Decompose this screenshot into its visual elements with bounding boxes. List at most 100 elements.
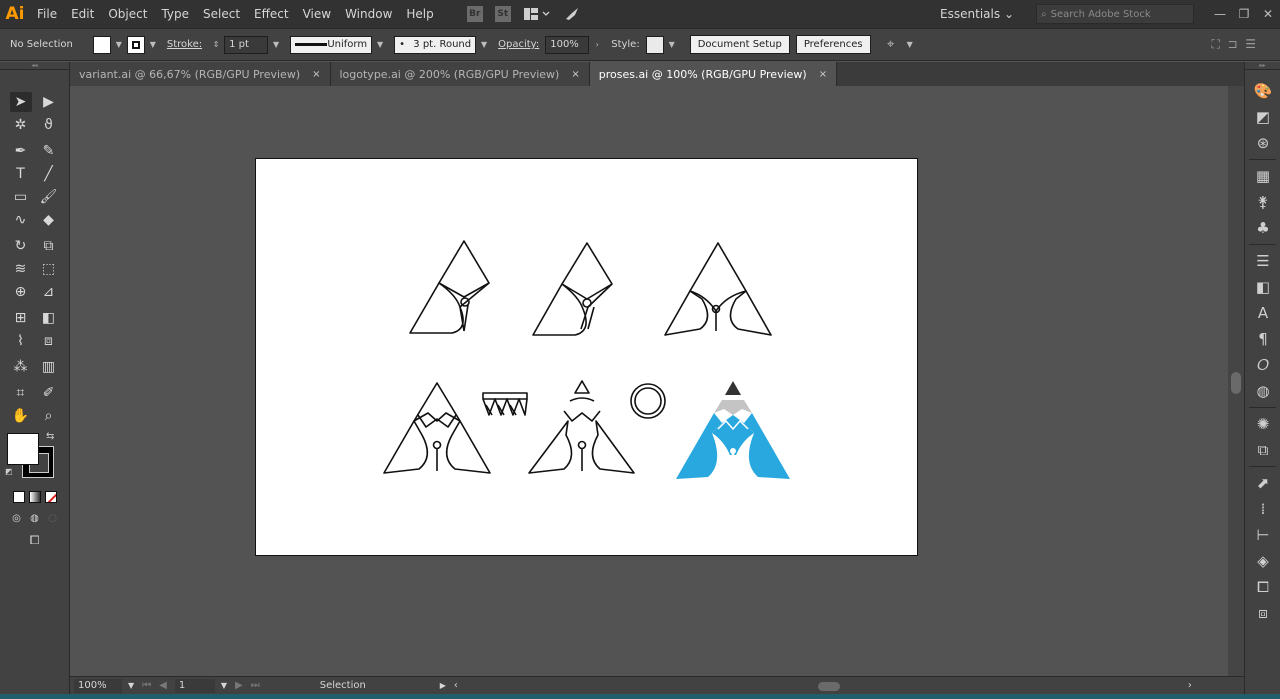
- first-artboard-icon[interactable]: ⏮: [142, 680, 151, 691]
- lasso-tool-icon[interactable]: ϑ: [38, 115, 60, 135]
- menu-file[interactable]: File: [30, 0, 64, 28]
- symbol-sprayer-tool-icon[interactable]: ⁂: [10, 357, 32, 377]
- stock-search-input[interactable]: ⌕ Search Adobe Stock: [1036, 4, 1194, 24]
- stepper-icon[interactable]: ⇕: [210, 40, 222, 49]
- type-tool-icon[interactable]: T: [10, 164, 32, 184]
- tab-variant[interactable]: variant.ai @ 66,67% (RGB/GPU Preview) ×: [70, 62, 331, 86]
- gradient-tool-icon[interactable]: ◧: [38, 308, 60, 328]
- close-icon[interactable]: ×: [312, 69, 320, 80]
- appearance-icon[interactable]: ✺: [1245, 411, 1280, 437]
- draw-behind-icon[interactable]: ◍: [28, 508, 42, 528]
- curvature-tool-icon[interactable]: ✎: [38, 141, 60, 161]
- magic-wand-tool-icon[interactable]: ✲: [10, 115, 32, 135]
- rotate-tool-icon[interactable]: ↻: [10, 236, 32, 256]
- logo-sketch-2[interactable]: [532, 242, 613, 336]
- menu-view[interactable]: View: [296, 0, 338, 28]
- artboard-number-field[interactable]: 1: [174, 678, 215, 693]
- artboards-icon[interactable]: ⧠: [1245, 574, 1280, 600]
- chevron-down-icon[interactable]: ▼: [147, 40, 159, 49]
- transform-icon[interactable]: ⌖: [882, 37, 900, 52]
- panel-collapse-icon[interactable]: ◂◂: [0, 62, 69, 70]
- zoom-level-field[interactable]: 100%: [74, 678, 122, 693]
- none-mode-icon[interactable]: [44, 491, 57, 503]
- symbols-icon[interactable]: ♣: [1245, 215, 1280, 241]
- selection-tool-icon[interactable]: ➤: [9, 91, 32, 112]
- align-panel-icon[interactable]: ⁞: [1245, 496, 1280, 522]
- chevron-down-icon[interactable]: ▼: [128, 681, 134, 690]
- shape-builder-tool-icon[interactable]: ⊕: [10, 282, 32, 302]
- vertical-scrollbar[interactable]: [1228, 86, 1244, 676]
- gradient-panel-icon[interactable]: ◧: [1245, 274, 1280, 300]
- chevron-down-icon[interactable]: ▼: [374, 40, 386, 49]
- stroke-swatch[interactable]: [126, 35, 145, 54]
- scroll-right-icon[interactable]: ›: [1188, 680, 1192, 691]
- mesh-tool-icon[interactable]: ⊞: [10, 308, 32, 328]
- line-tool-icon[interactable]: ╱: [38, 164, 60, 184]
- menu-help[interactable]: Help: [399, 0, 440, 28]
- chevron-down-icon[interactable]: ▼: [904, 40, 916, 49]
- color-guide-icon[interactable]: ◩: [1245, 104, 1280, 130]
- scroll-thumb[interactable]: [1231, 372, 1241, 394]
- pathfinder-icon[interactable]: ⊢: [1245, 522, 1280, 548]
- pen-tool-icon[interactable]: ✒: [10, 141, 32, 161]
- warp-tool-icon[interactable]: ≋: [10, 259, 32, 279]
- graphic-style-swatch[interactable]: [645, 35, 664, 54]
- screen-mode-icon[interactable]: ⧠: [24, 530, 46, 550]
- paragraph-icon[interactable]: ¶: [1245, 326, 1280, 352]
- document-setup-button[interactable]: Document Setup: [689, 35, 790, 54]
- gradient-mode-icon[interactable]: [28, 491, 41, 503]
- scroll-left-icon[interactable]: ‹: [454, 680, 458, 691]
- chevron-down-icon[interactable]: ▼: [270, 40, 282, 49]
- stroke-profile[interactable]: Uniform: [290, 35, 373, 54]
- slice-tool-icon[interactable]: ✐: [38, 383, 60, 403]
- default-fill-stroke-icon[interactable]: ◩: [5, 467, 13, 476]
- links-icon[interactable]: ⧈: [1245, 600, 1280, 626]
- swatches-icon[interactable]: ▦: [1245, 163, 1280, 189]
- chevron-down-icon[interactable]: ▼: [221, 681, 227, 690]
- fill-color-box[interactable]: [7, 433, 39, 465]
- brush-definition[interactable]: • 3 pt. Round: [394, 35, 477, 54]
- draw-inside-icon[interactable]: ◌: [46, 508, 60, 528]
- direct-selection-tool-icon[interactable]: ▶: [38, 92, 60, 112]
- fill-swatch[interactable]: [92, 35, 111, 54]
- recolor-icon[interactable]: ⊛: [1245, 130, 1280, 156]
- paintbrush-tool-icon[interactable]: 🖌: [38, 187, 60, 207]
- draw-normal-icon[interactable]: ◎: [10, 508, 24, 528]
- logo-sketch-3[interactable]: [664, 242, 772, 336]
- opacity-label[interactable]: Opacity:: [498, 39, 539, 50]
- menu-edit[interactable]: Edit: [64, 0, 101, 28]
- stock-icon[interactable]: St: [494, 6, 511, 22]
- panel-collapse-icon[interactable]: ▸▸: [1245, 62, 1280, 70]
- stroke-weight-field[interactable]: 1 pt: [224, 35, 269, 54]
- artboard[interactable]: [255, 158, 918, 556]
- status-menu-icon[interactable]: ▶: [440, 681, 446, 690]
- logo-sketch-5[interactable]: [528, 380, 635, 474]
- tab-logotype[interactable]: logotype.ai @ 200% (RGB/GPU Preview) ×: [330, 62, 590, 86]
- chevron-right-icon[interactable]: ›: [591, 40, 603, 49]
- gpu-rocket-icon[interactable]: [563, 6, 581, 22]
- column-graph-tool-icon[interactable]: ▥: [38, 357, 60, 377]
- next-artboard-icon[interactable]: ▶: [235, 680, 243, 691]
- stroke-label[interactable]: Stroke:: [167, 39, 202, 50]
- free-transform-tool-icon[interactable]: ⬚: [38, 259, 60, 279]
- transform-panel-icon[interactable]: ⬈: [1245, 470, 1280, 496]
- tab-proses[interactable]: proses.ai @ 100% (RGB/GPU Preview) ×: [589, 62, 838, 86]
- opacity-field[interactable]: 100%: [545, 35, 590, 54]
- chevron-down-icon[interactable]: ▼: [478, 40, 490, 49]
- layers-icon[interactable]: ◈: [1245, 548, 1280, 574]
- logo-sketch-1[interactable]: [409, 240, 490, 334]
- hand-tool-icon[interactable]: ✋: [10, 406, 32, 426]
- menu-object[interactable]: Object: [101, 0, 154, 28]
- transparency-icon[interactable]: ◍: [1245, 378, 1280, 404]
- horizontal-scrollbar[interactable]: [464, 680, 1184, 692]
- menu-select[interactable]: Select: [196, 0, 247, 28]
- logo-final-colored[interactable]: [676, 381, 790, 479]
- swap-fill-stroke-icon[interactable]: ⇆: [46, 431, 54, 442]
- logo-sketch-4[interactable]: [383, 382, 491, 474]
- opentype-icon[interactable]: 𝑂: [1245, 352, 1280, 378]
- chevron-down-icon[interactable]: ▼: [113, 40, 125, 49]
- perspective-grid-tool-icon[interactable]: ⊿: [38, 282, 60, 302]
- zoom-tool-icon[interactable]: ⌕: [38, 406, 60, 426]
- artboard-tool-icon[interactable]: ⌗: [10, 383, 32, 403]
- previous-artboard-icon[interactable]: ◀: [159, 680, 167, 691]
